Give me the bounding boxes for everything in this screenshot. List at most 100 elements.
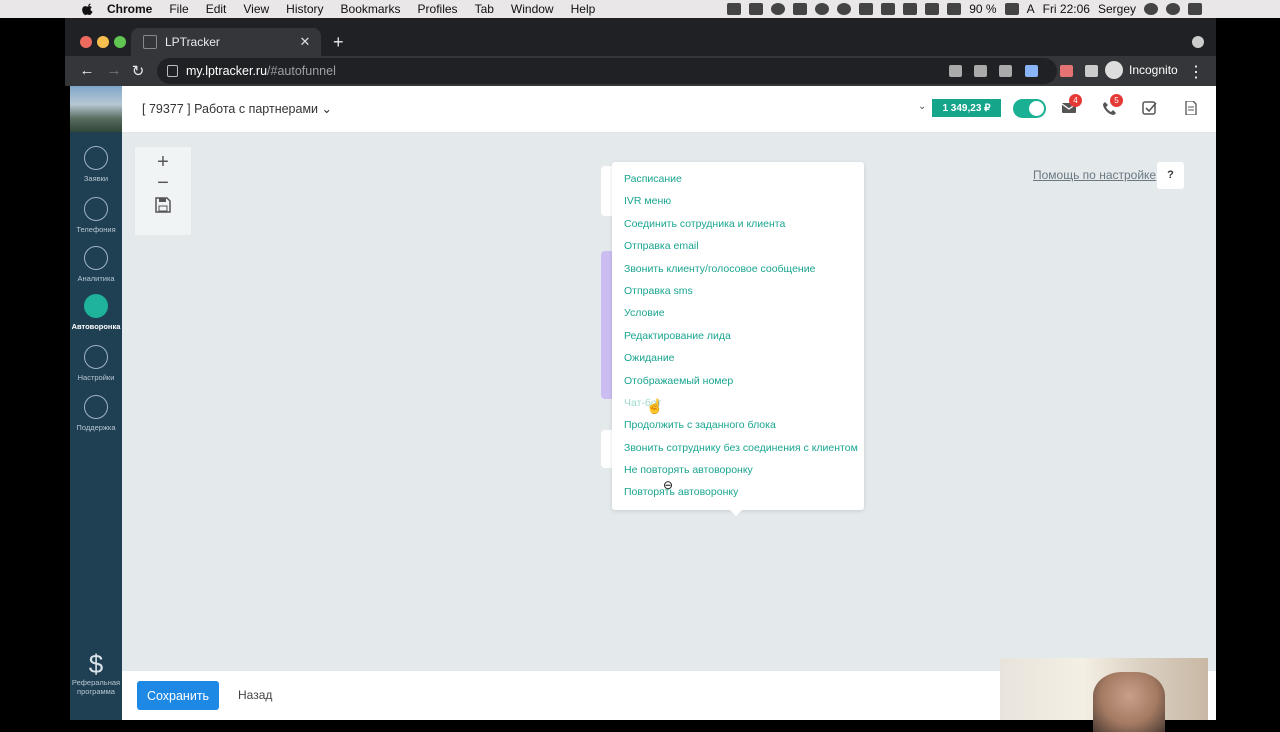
dropdown-item-send-email[interactable]: Отправка email (612, 239, 864, 261)
sidebar-item-referral[interactable]: $ Реферальная программа (70, 650, 122, 696)
zoom-out-icon[interactable]: − (135, 172, 191, 195)
lock-icon[interactable] (167, 65, 178, 77)
tab-strip: LPTracker ✕ + (65, 18, 1216, 56)
checkmark-icon[interactable] (771, 3, 786, 15)
control-center-icon[interactable] (1188, 3, 1202, 15)
dropdown-item-call-client-voice[interactable]: Звонить клиенту/голосовое сообщение (612, 262, 864, 284)
spotlight-search-icon[interactable] (1144, 3, 1158, 15)
address-bar[interactable]: my.lptracker.ru/#autofunnel (157, 58, 1057, 84)
browser-tab[interactable]: LPTracker ✕ (131, 28, 321, 56)
mail-count-badge: 4 (1069, 94, 1082, 107)
dropdown-item-display-number[interactable]: Отображаемый номер (612, 374, 864, 396)
tab-search-icon[interactable] (1192, 36, 1204, 48)
dropdown-item-repeat[interactable]: Повторять автоворонку (612, 485, 864, 507)
back-arrow-icon[interactable]: ← (78, 62, 96, 79)
sidebar-item-label: Автоворонка (71, 322, 121, 331)
dropdown-item-do-not-repeat[interactable]: Не повторять автоворонку (612, 463, 864, 485)
back-link[interactable]: Назад (238, 688, 272, 702)
sidebar-item-label: Настройки (77, 373, 115, 382)
save-button[interactable]: Сохранить (137, 681, 219, 710)
sidebar-item-support[interactable]: Поддержка (70, 395, 122, 432)
zoom-in-icon[interactable]: + (135, 151, 191, 174)
sidebar-item-analytics[interactable]: Аналитика (70, 246, 122, 283)
app-header: [ 79377 ] Работа с партнерами ⌄ ⌄ 1 349,… (122, 86, 1216, 133)
zoom-icon[interactable] (749, 3, 764, 15)
battery-percentage[interactable]: 90 % (969, 2, 996, 16)
user-name[interactable]: Sergey (1098, 2, 1136, 16)
translate-icon[interactable] (974, 65, 987, 77)
setup-help-link[interactable]: Помощь по настройке (1033, 168, 1156, 182)
extension-icon[interactable] (1060, 65, 1073, 77)
dropdown-item-call-employee-no-client[interactable]: Звонить сотруднику без соединения с клие… (612, 441, 864, 463)
toggle-knob (1029, 101, 1044, 116)
reload-icon[interactable]: ↻ (129, 62, 147, 80)
menu-window[interactable]: Window (511, 2, 554, 16)
sidebar-item-requests[interactable]: Заявки (70, 146, 122, 183)
dropdown-item-send-sms[interactable]: Отправка sms (612, 284, 864, 306)
tab-close-icon[interactable]: ✕ (297, 34, 313, 50)
dropdown-item-ivr-menu[interactable]: IVR меню (612, 194, 864, 216)
close-window-button[interactable] (80, 36, 92, 48)
dropdown-item-connect-employee-client[interactable]: Соединить сотрудника и клиента (612, 217, 864, 239)
minimize-window-button[interactable] (97, 36, 109, 48)
sidebar-item-settings[interactable]: Настройки (70, 345, 122, 382)
menu-profiles[interactable]: Profiles (418, 2, 458, 16)
sidebar-item-autofunnel[interactable]: Автоворонка (70, 294, 122, 331)
dropdown-item-continue-from-block[interactable]: Продолжить с заданного блока (612, 418, 864, 440)
balance-badge[interactable]: 1 349,23 ₽ (932, 99, 1001, 117)
notification-icon[interactable] (793, 3, 808, 15)
dropdown-item-edit-lead[interactable]: Редактирование лида (612, 329, 864, 351)
sidebar-item-label: Поддержка (76, 423, 116, 432)
clock[interactable]: Fri 22:06 (1043, 2, 1090, 16)
apple-logo-icon[interactable] (81, 2, 95, 16)
battery-icon[interactable] (1004, 3, 1019, 15)
airplay-icon[interactable] (925, 3, 940, 15)
save-diskette-icon[interactable] (135, 197, 191, 216)
battery-monitor-icon[interactable] (859, 3, 874, 15)
creative-cloud-icon[interactable] (815, 3, 830, 15)
wifi-icon[interactable] (903, 3, 918, 15)
volume-icon[interactable] (947, 3, 962, 15)
dropdown-item-wait[interactable]: Ожидание (612, 351, 864, 373)
minus-circle-icon: ⊖ (663, 478, 674, 492)
maximize-window-button[interactable] (114, 36, 126, 48)
chevron-down-icon[interactable]: ⌄ (918, 101, 926, 112)
tasks-check-icon[interactable] (1142, 101, 1158, 115)
eye-off-icon[interactable] (999, 65, 1012, 77)
siri-icon[interactable] (1166, 3, 1180, 15)
document-icon[interactable] (1183, 101, 1199, 115)
menu-help[interactable]: Help (571, 2, 596, 16)
dropdown-item-condition[interactable]: Условие (612, 306, 864, 328)
zoom-controls: + − (134, 146, 192, 236)
browser-menu-icon[interactable]: ⋮ (1188, 62, 1204, 82)
block-type-dropdown: Расписание IVR меню Соединить сотрудника… (612, 162, 864, 516)
menu-edit[interactable]: Edit (206, 2, 227, 16)
bookmark-star-icon[interactable] (1025, 65, 1038, 77)
sidebar-item-telephony[interactable]: Телефония (70, 197, 122, 234)
new-tab-icon[interactable]: + (333, 32, 344, 53)
camera-icon[interactable] (727, 3, 742, 15)
browser-window: LPTracker ✕ + ← → ↻ my.lptracker.ru/#aut… (65, 18, 1216, 732)
menu-view[interactable]: View (243, 2, 269, 16)
puzzle-icon[interactable] (1085, 65, 1098, 77)
bluetooth-icon[interactable] (881, 3, 896, 15)
presenter-face (1093, 672, 1165, 732)
forward-arrow-icon[interactable]: → (105, 62, 123, 79)
menu-file[interactable]: File (169, 2, 188, 16)
project-selector[interactable]: [ 79377 ] Работа с партнерами ⌄ (142, 101, 332, 116)
menu-history[interactable]: History (286, 2, 323, 16)
menu-tab[interactable]: Tab (475, 2, 494, 16)
status-toggle[interactable] (1013, 99, 1046, 118)
sidebar-item-label: Реферальная (71, 678, 121, 687)
eye-icon[interactable] (837, 3, 852, 15)
help-button[interactable]: ? (1157, 162, 1184, 189)
profile-button[interactable]: Incognito (1105, 61, 1178, 79)
key-icon[interactable] (949, 65, 962, 77)
dropdown-item-schedule[interactable]: Расписание (612, 172, 864, 194)
profile-label: Incognito (1129, 63, 1178, 77)
user-avatar[interactable] (70, 86, 122, 132)
input-source[interactable]: A (1027, 2, 1035, 16)
menu-bookmarks[interactable]: Bookmarks (341, 2, 401, 16)
menu-chrome[interactable]: Chrome (107, 2, 152, 16)
support-icon (84, 395, 108, 419)
